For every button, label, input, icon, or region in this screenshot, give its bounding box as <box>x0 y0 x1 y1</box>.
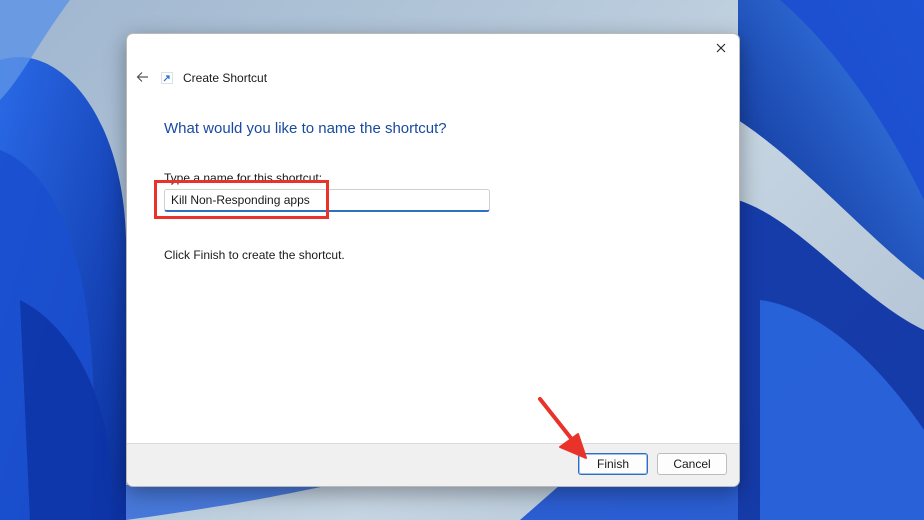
wallpaper-petal <box>126 485 330 520</box>
close-icon <box>716 43 726 53</box>
back-button[interactable] <box>134 69 150 85</box>
shortcut-icon <box>161 72 173 84</box>
finish-button[interactable]: Finish <box>578 453 648 475</box>
desktop: Create Shortcut What would you like to n… <box>0 0 924 520</box>
create-shortcut-dialog: Create Shortcut What would you like to n… <box>126 33 740 487</box>
back-arrow-icon <box>136 72 148 82</box>
page-heading: What would you like to name the shortcut… <box>164 120 447 137</box>
dialog-footer: Finish Cancel <box>127 443 739 486</box>
close-button[interactable] <box>711 38 731 58</box>
finish-hint: Click Finish to create the shortcut. <box>164 248 345 262</box>
shortcut-name-input[interactable] <box>164 189 490 212</box>
cancel-button[interactable]: Cancel <box>657 453 727 475</box>
shortcut-name-label: Type a name for this shortcut: <box>164 171 323 185</box>
dialog-title: Create Shortcut <box>183 71 268 85</box>
